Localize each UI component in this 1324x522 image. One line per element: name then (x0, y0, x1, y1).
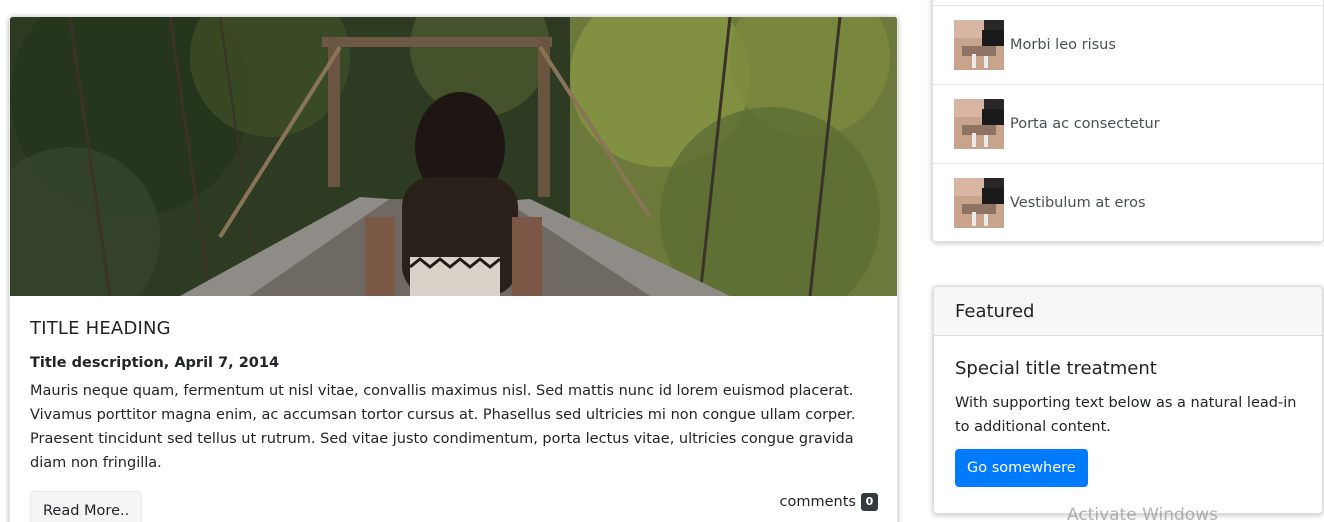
list-item-label: Vestibulum at eros (1010, 195, 1146, 211)
read-more-button[interactable]: Read More.. (30, 491, 143, 522)
desk-photo-thumbnail (954, 99, 1004, 149)
list-item-label: Porta ac consectetur (1010, 116, 1160, 132)
featured-card: Featured Special title treatment With su… (933, 286, 1323, 514)
card-footer: Read More.. comments 0 (30, 491, 878, 522)
post-description: Title description, April 7, 2014 (30, 355, 280, 371)
list-item[interactable]: Vestibulum at eros (933, 163, 1323, 242)
featured-text: With supporting text below as a natural … (955, 395, 1297, 435)
hero-image (10, 17, 897, 296)
sidebar-list-card: Morbi leo risus Porta ac consectetur Ves… (932, 0, 1324, 242)
comments-count-badge: 0 (861, 493, 878, 511)
post-body-text: Mauris neque quam, fermentum ut nisl vit… (30, 383, 856, 471)
go-somewhere-button[interactable]: Go somewhere (955, 449, 1088, 487)
bridge-photo (10, 17, 897, 296)
desk-photo-thumbnail (954, 20, 1004, 70)
desk-photo-thumbnail (954, 178, 1004, 228)
activate-windows-watermark: Activate Windows (1067, 505, 1218, 522)
list-item[interactable]: Morbi leo risus (933, 5, 1323, 84)
post-title: TITLE HEADING (30, 318, 171, 339)
card-body: TITLE HEADING Title description, April 7… (30, 315, 878, 475)
comments-indicator[interactable]: comments 0 (780, 493, 878, 511)
featured-body: Special title treatment With supporting … (934, 336, 1322, 487)
comments-label: comments (779, 494, 856, 510)
blog-post-card: TITLE HEADING Title description, April 7… (9, 16, 898, 522)
featured-title: Special title treatment (955, 358, 1157, 379)
list-item-label: Morbi leo risus (1010, 37, 1116, 53)
featured-header: Featured (934, 287, 1322, 336)
list-item[interactable]: Porta ac consectetur (933, 84, 1323, 163)
